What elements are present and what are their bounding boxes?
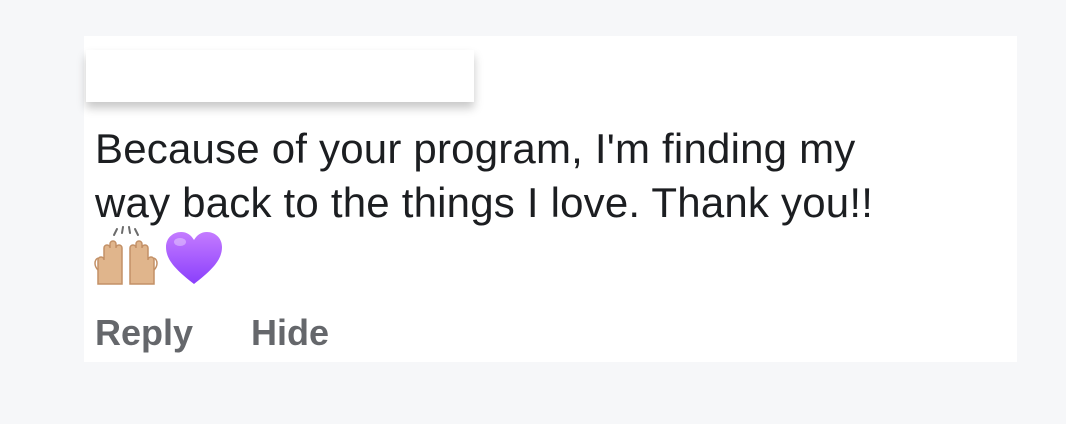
hide-button[interactable]: Hide [251,312,329,354]
reply-button[interactable]: Reply [95,312,193,354]
emoji-row [94,226,224,286]
raising-hands-emoji-icon [94,226,158,285]
author-name-redacted [86,50,474,102]
comment-card: Because of your program, I'm finding my … [84,36,1017,362]
comment-actions: Reply Hide [95,312,329,354]
comment-text-line-2: way back to the things I love. Thank you… [95,179,874,226]
purple-heart-emoji-icon [166,232,222,284]
comment-text-line-1: Because of your program, I'm finding my [95,125,856,172]
comment-text: Because of your program, I'm finding my … [95,122,995,230]
